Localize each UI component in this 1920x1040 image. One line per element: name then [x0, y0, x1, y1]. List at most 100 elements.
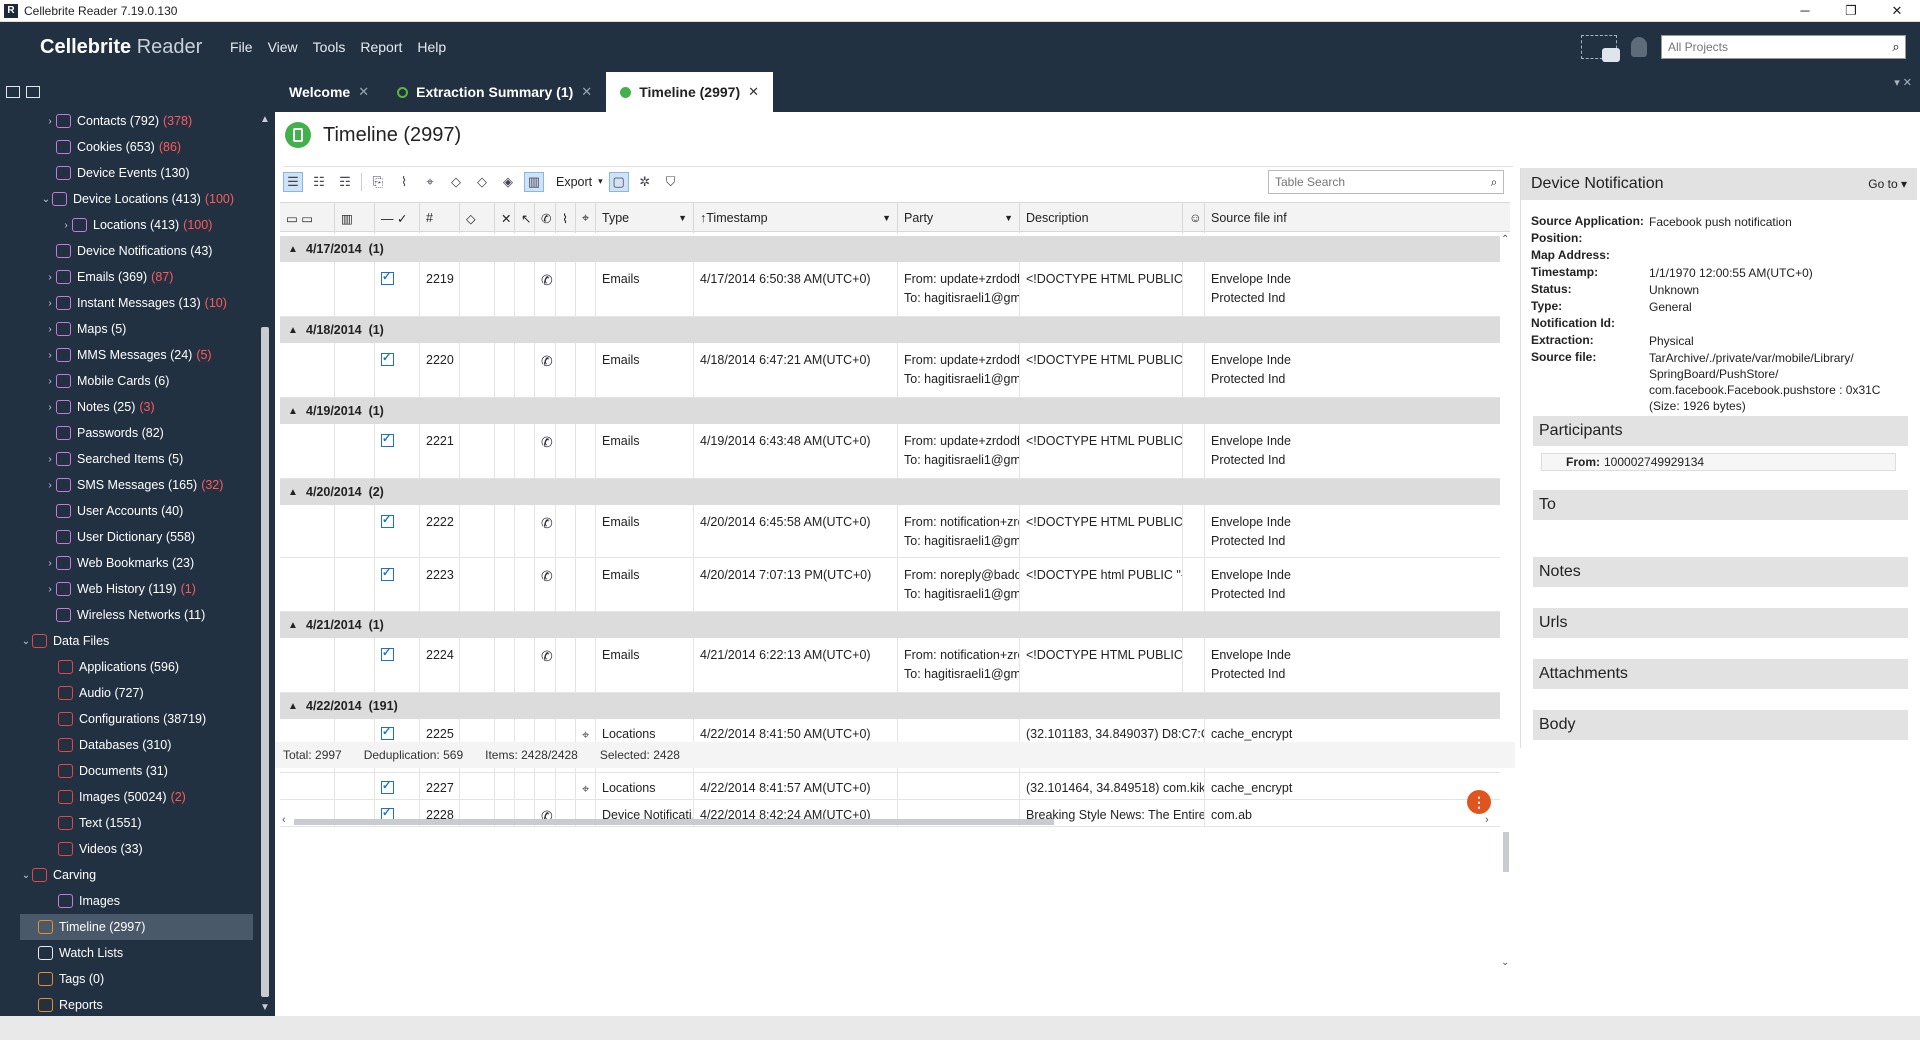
- maximize-button[interactable]: ❐: [1828, 3, 1874, 19]
- row-checkbox[interactable]: [381, 725, 394, 740]
- chevron-right-icon[interactable]: ›: [60, 220, 72, 231]
- sidebar-item-contacts[interactable]: › Contacts (792) (378): [0, 112, 255, 134]
- menu-file[interactable]: File: [230, 39, 253, 55]
- row-checkbox[interactable]: [381, 513, 394, 528]
- chevron-right-icon[interactable]: ›: [44, 350, 56, 361]
- group-header[interactable]: ▲ 4/22/2014 (191): [280, 693, 1500, 719]
- section-body[interactable]: Body: [1533, 710, 1908, 740]
- column-check-icon[interactable]: — ✓: [375, 203, 420, 233]
- row-checkbox[interactable]: [381, 432, 394, 447]
- sidebar-item-passwords[interactable]: Passwords (82): [0, 420, 255, 446]
- scrollbar-thumb[interactable]: [1503, 832, 1509, 872]
- close-button[interactable]: ✕: [1874, 3, 1920, 19]
- sidebar-item-sms-messages[interactable]: › SMS Messages (165) (32): [0, 472, 255, 498]
- collapse-icon[interactable]: ▲: [280, 487, 306, 498]
- scroll-left-icon[interactable]: ‹: [282, 814, 286, 826]
- scroll-up-icon[interactable]: ⌃: [1501, 234, 1509, 245]
- chevron-right-icon[interactable]: ›: [44, 584, 56, 595]
- sidebar-item-device-locations[interactable]: ⌄ Device Locations (413) (100): [0, 186, 255, 212]
- column-party[interactable]: Party ▼: [898, 203, 1020, 233]
- sidebar-item-videos[interactable]: Videos (33): [0, 836, 255, 862]
- goto-button[interactable]: Go to ▾: [1868, 177, 1907, 191]
- table-row[interactable]: 2224 ✆ Emails 4/21/2014 6:22:13 AM(UTC+0…: [280, 638, 1500, 693]
- sidebar-item-carving[interactable]: ⌄ Carving: [0, 862, 255, 888]
- sidebar-item-tags[interactable]: Tags (0): [0, 966, 255, 992]
- settings-icon[interactable]: ✲: [635, 172, 655, 192]
- column-direction-icon[interactable]: ↖: [515, 203, 535, 233]
- sidebar-item-maps[interactable]: › Maps (5): [0, 316, 255, 342]
- more-options-icon[interactable]: ⋮: [1467, 790, 1491, 814]
- table-row[interactable]: 2223 ✆ Emails 4/20/2014 7:07:13 PM(UTC+0…: [280, 558, 1500, 612]
- chevron-down-icon[interactable]: ⌄: [20, 870, 32, 881]
- section-notes[interactable]: Notes: [1533, 557, 1908, 587]
- sidebar-item-images[interactable]: Images (50024) (2): [0, 784, 255, 810]
- column-type[interactable]: Type ▼: [596, 203, 694, 233]
- menu-report[interactable]: Report: [360, 39, 402, 55]
- minimize-button[interactable]: ─: [1782, 3, 1828, 19]
- collapse-icon[interactable]: ▲: [280, 325, 306, 336]
- sidebar-item-emails[interactable]: › Emails (369) (87): [0, 264, 255, 290]
- row-checkbox[interactable]: [381, 351, 394, 366]
- menu-help[interactable]: Help: [417, 39, 446, 55]
- row-checkbox[interactable]: [381, 270, 394, 285]
- row-checkbox[interactable]: [381, 646, 394, 661]
- column-attachment-icon[interactable]: ⌇: [556, 203, 576, 233]
- chevron-right-icon[interactable]: ›: [44, 454, 56, 465]
- chevron-down-icon[interactable]: ▾: [598, 176, 603, 187]
- sidebar-item-configurations[interactable]: Configurations (38719): [0, 706, 255, 732]
- group-header[interactable]: ▲ 4/18/2014 (1): [280, 317, 1500, 343]
- scroll-down-icon[interactable]: ⌄: [1501, 957, 1509, 968]
- close-tab-icon[interactable]: ✕: [748, 84, 759, 100]
- new-file-icon[interactable]: [26, 86, 40, 98]
- chevron-down-icon[interactable]: ⌄: [40, 194, 52, 205]
- group-header[interactable]: ▲ 4/19/2014 (1): [280, 398, 1500, 424]
- check-list-icon[interactable]: ☷: [309, 172, 329, 192]
- menu-view[interactable]: View: [268, 39, 298, 55]
- chevron-right-icon[interactable]: ›: [44, 324, 56, 335]
- sidebar-item-carving-images[interactable]: Images: [0, 888, 255, 914]
- tree-list-icon[interactable]: ☶: [335, 172, 355, 192]
- sidebar-item-user-dictionary[interactable]: User Dictionary (558): [0, 524, 255, 550]
- sidebar-item-timeline[interactable]: Timeline (2997): [20, 914, 253, 940]
- chevron-right-icon[interactable]: ›: [44, 272, 56, 283]
- search-icon[interactable]: ⌕: [1485, 175, 1503, 190]
- sidebar-item-device-notifications[interactable]: Device Notifications (43): [0, 238, 255, 264]
- chevron-right-icon[interactable]: ›: [44, 376, 56, 387]
- sidebar-item-mobile-cards[interactable]: › Mobile Cards (6): [0, 368, 255, 394]
- group-header[interactable]: ▲ 4/17/2014 (1): [280, 236, 1500, 262]
- collapse-icon[interactable]: ▲: [280, 244, 306, 255]
- copy-icon[interactable]: ⎘: [368, 172, 388, 192]
- section-to[interactable]: To: [1533, 490, 1908, 520]
- tab-timeline[interactable]: Timeline (2997) ✕: [606, 72, 774, 112]
- sidebar-item-user-accounts[interactable]: User Accounts (40): [0, 498, 255, 524]
- sidebar-item-wireless-networks[interactable]: Wireless Networks (11): [0, 602, 255, 628]
- filter-icon[interactable]: ⛉: [661, 172, 681, 192]
- table-horizontal-scrollbar[interactable]: ‹ ›: [280, 814, 1500, 828]
- select-icon[interactable]: ▢: [608, 171, 629, 192]
- sidebar-item-notes[interactable]: › Notes (25) (3): [0, 394, 255, 420]
- table-row[interactable]: 2221 ✆ Emails 4/19/2014 6:43:48 AM(UTC+0…: [280, 424, 1500, 479]
- row-checkbox[interactable]: [381, 566, 394, 581]
- panel-layout-icon[interactable]: ▥: [524, 171, 544, 192]
- chevron-down-icon[interactable]: ▼: [882, 213, 891, 223]
- open-folder-icon[interactable]: [6, 86, 20, 98]
- chevron-right-icon[interactable]: ›: [44, 298, 56, 309]
- column-source[interactable]: Source file inf: [1205, 203, 1510, 233]
- tab-welcome[interactable]: Welcome ✕: [275, 72, 383, 112]
- scroll-up-icon[interactable]: ▲: [258, 114, 272, 125]
- chevron-right-icon[interactable]: ›: [44, 402, 56, 413]
- row-checkbox[interactable]: [381, 779, 394, 794]
- collapse-icon[interactable]: ▲: [280, 406, 306, 417]
- location-pin-icon[interactable]: ⌖: [420, 172, 440, 192]
- section-attachments[interactable]: Attachments: [1533, 659, 1908, 689]
- column-location-icon[interactable]: ⌖: [576, 203, 596, 233]
- search-icon[interactable]: ⌕: [1887, 39, 1905, 55]
- column-folder-icons[interactable]: ▭ ▭: [280, 203, 335, 233]
- bell-icon[interactable]: [1631, 37, 1647, 57]
- scroll-down-icon[interactable]: ▼: [258, 1002, 272, 1013]
- sidebar-item-databases[interactable]: Databases (310): [0, 732, 255, 758]
- table-search-input[interactable]: [1269, 175, 1485, 189]
- column-delete-icon[interactable]: ✕: [495, 203, 515, 233]
- table-row[interactable]: 2222 ✆ Emails 4/20/2014 6:45:58 AM(UTC+0…: [280, 505, 1500, 558]
- table-vertical-scrollbar[interactable]: ⌃ ⌄: [1501, 232, 1510, 972]
